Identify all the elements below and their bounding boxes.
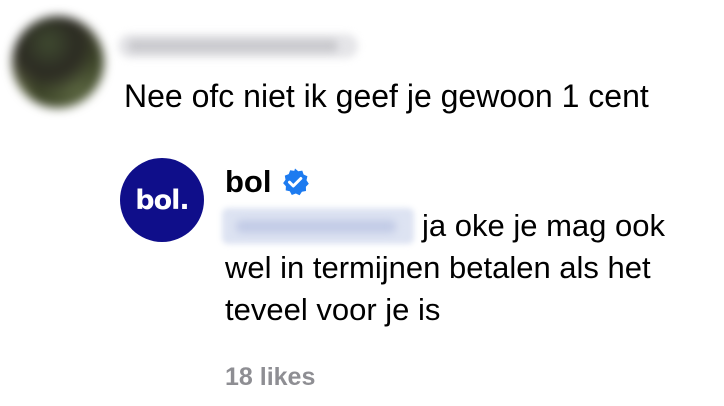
comment-text: Nee ofc niet ik geef je gewoon 1 cent [124,78,649,114]
verified-badge-icon [280,167,310,197]
reply-header: bol [225,163,310,201]
reply-text: ja oke je mag ook wel in termijnen betal… [225,208,665,327]
bol-avatar[interactable]: bol. [120,158,204,242]
likes-count[interactable]: 18 likes [225,361,315,393]
reply-username[interactable]: bol [225,163,272,201]
commenter-username-redacted-text [128,40,338,52]
bol-logo: bol. [135,184,189,216]
commenter-avatar[interactable] [12,16,104,108]
